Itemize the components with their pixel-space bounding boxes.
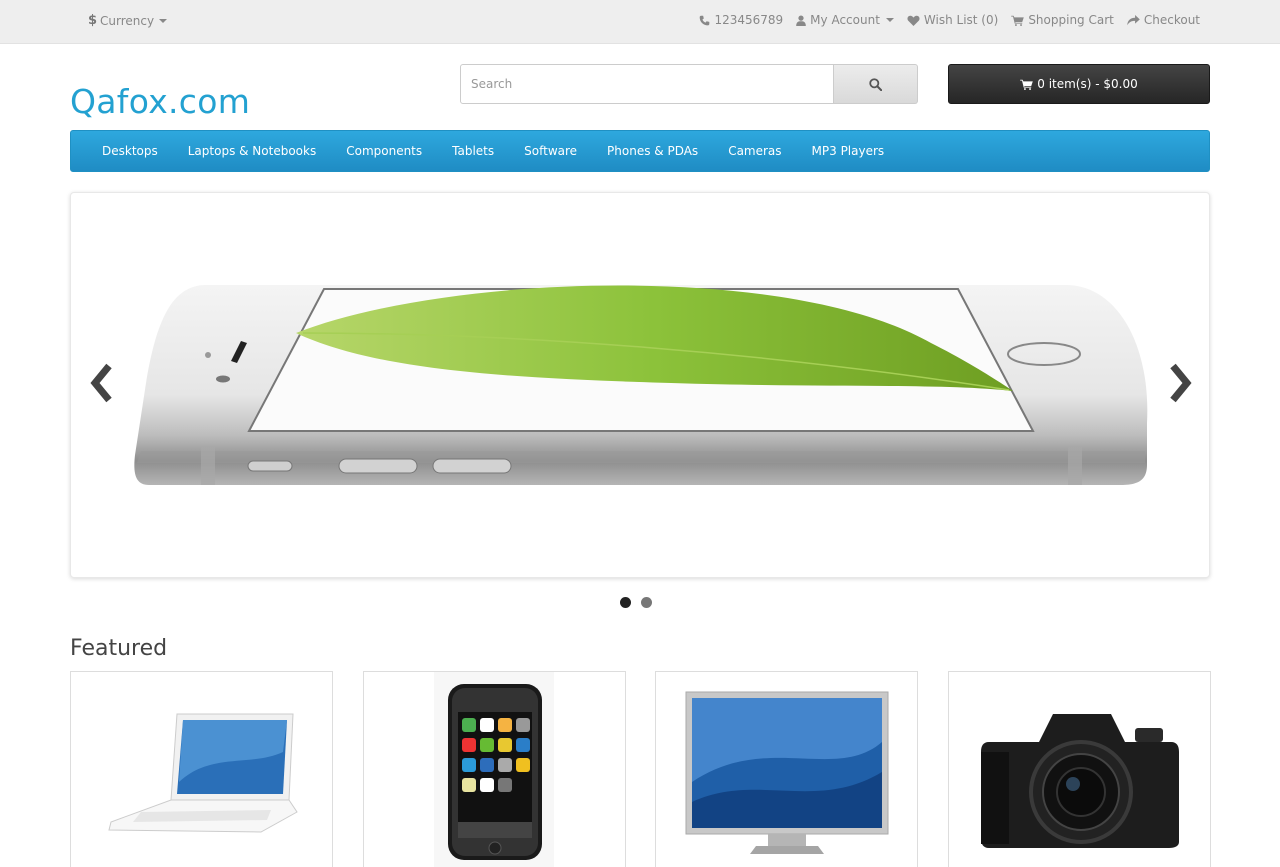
share-icon bbox=[1127, 14, 1140, 25]
cart-total: 0 item(s) - $0.00 bbox=[1037, 77, 1138, 91]
product-image-iphone[interactable] bbox=[364, 672, 626, 867]
cart-button[interactable]: 0 item(s) - $0.00 bbox=[948, 64, 1210, 104]
menu-item-desktops[interactable]: Desktops bbox=[87, 144, 173, 158]
menu-item-laptops-notebooks[interactable]: Laptops & Notebooks bbox=[173, 144, 331, 158]
search-bar bbox=[460, 64, 918, 104]
chevron-right-icon bbox=[1170, 363, 1192, 403]
phone-icon bbox=[700, 15, 710, 25]
menu-item-components[interactable]: Components bbox=[331, 144, 437, 158]
top-links: 123456789 My Account Wish List (0) Shopp… bbox=[699, 13, 1200, 27]
menu-item-phones-pdas[interactable]: Phones & PDAs bbox=[592, 144, 713, 158]
slideshow bbox=[70, 192, 1210, 578]
phone-link[interactable]: 123456789 bbox=[699, 13, 783, 27]
user-icon bbox=[796, 14, 806, 26]
product-image-monitor[interactable] bbox=[656, 672, 918, 867]
main-menu: Desktops Laptops & Notebooks Components … bbox=[70, 130, 1210, 172]
my-account-label: My Account bbox=[810, 13, 880, 27]
wish-list-link[interactable]: Wish List (0) bbox=[907, 13, 998, 27]
site-logo[interactable]: Qafox.com bbox=[70, 82, 250, 121]
product-card-iphone[interactable] bbox=[363, 671, 626, 867]
product-image-camera[interactable] bbox=[949, 672, 1211, 867]
currency-label: Currency bbox=[100, 13, 155, 28]
product-card-laptop[interactable] bbox=[70, 671, 333, 867]
slide-dot-2[interactable] bbox=[641, 597, 652, 608]
slide-next-button[interactable] bbox=[1161, 353, 1201, 413]
featured-heading: Featured bbox=[70, 636, 168, 661]
top-bar: $ Currency 123456789 My Account Wish Lis… bbox=[0, 0, 1280, 44]
cart-icon bbox=[1011, 15, 1025, 26]
currency-symbol: $ bbox=[88, 13, 98, 28]
menu-item-mp3-players[interactable]: MP3 Players bbox=[797, 144, 900, 158]
menu-item-cameras[interactable]: Cameras bbox=[713, 144, 796, 158]
menu-item-tablets[interactable]: Tablets bbox=[437, 144, 509, 158]
my-account-dropdown[interactable]: My Account bbox=[796, 13, 894, 27]
shopping-cart-link[interactable]: Shopping Cart bbox=[1011, 13, 1114, 27]
slide-image-iphone bbox=[134, 285, 1148, 485]
slide-dot-1[interactable] bbox=[620, 597, 631, 608]
slide-prev-button[interactable] bbox=[81, 353, 121, 413]
caret-down-icon bbox=[159, 18, 168, 23]
product-card-monitor[interactable] bbox=[655, 671, 918, 867]
search-icon bbox=[869, 77, 882, 91]
product-image-laptop[interactable] bbox=[71, 672, 333, 867]
search-button[interactable] bbox=[834, 64, 918, 104]
shopping-cart-label: Shopping Cart bbox=[1028, 13, 1114, 27]
menu-item-software[interactable]: Software bbox=[509, 144, 592, 158]
wish-list-label: Wish List (0) bbox=[923, 13, 999, 27]
currency-dropdown[interactable]: $ Currency bbox=[88, 13, 168, 28]
product-card-camera[interactable] bbox=[948, 671, 1211, 867]
phone-number: 123456789 bbox=[714, 13, 784, 27]
chevron-left-icon bbox=[90, 363, 112, 403]
caret-down-icon bbox=[885, 18, 894, 22]
search-input[interactable] bbox=[460, 64, 834, 104]
checkout-link[interactable]: Checkout bbox=[1127, 13, 1200, 27]
heart-icon bbox=[907, 15, 920, 26]
slideshow-pagination bbox=[620, 597, 652, 608]
checkout-label: Checkout bbox=[1143, 13, 1200, 27]
cart-icon bbox=[1020, 79, 1034, 90]
